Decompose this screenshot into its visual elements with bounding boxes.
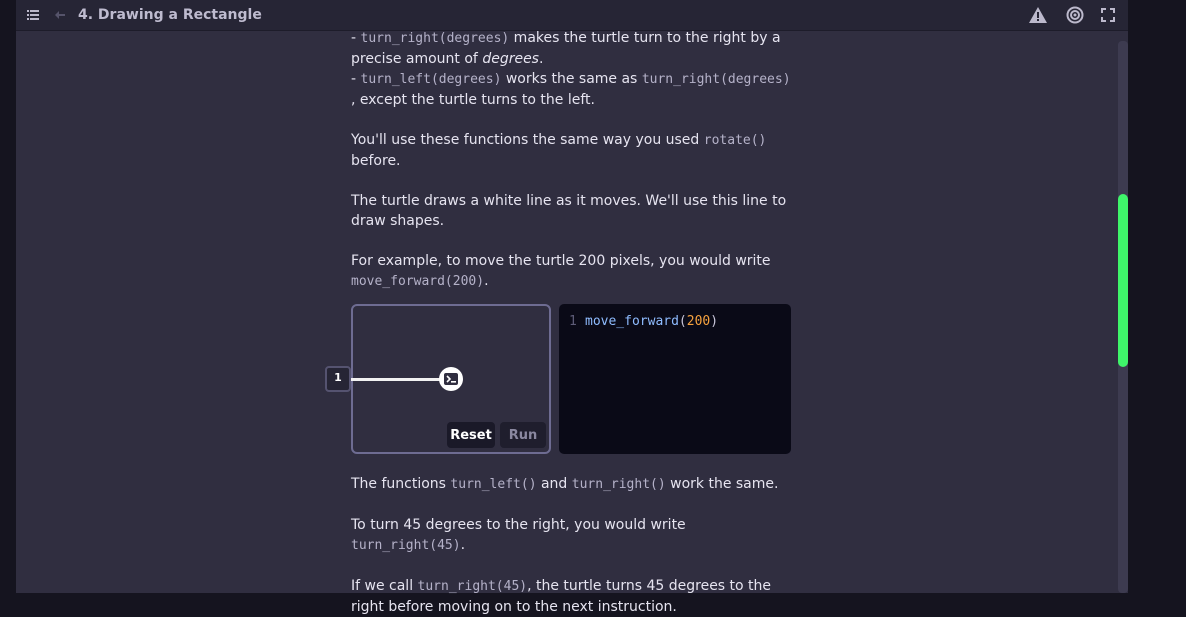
code-snippet: turn_left() — [450, 477, 537, 492]
lesson-paragraph: To turn 45 degrees to the right, you wou… — [351, 515, 801, 556]
code-snippet: turn_right(degrees) — [360, 31, 510, 46]
code-snippet: rotate() — [703, 133, 767, 148]
app-frame: 4. Drawing a Rectangle - turn_right(degr… — [16, 0, 1128, 615]
lesson-paragraph: If we call turn_right(45), the turtle tu… — [351, 576, 801, 617]
gear-icon[interactable] — [1064, 0, 1086, 30]
paragraph-text: . — [484, 273, 489, 289]
code-paren: ) — [710, 314, 719, 329]
lesson-paragraph: - turn_right(degrees) makes the turtle t… — [351, 28, 801, 110]
code-snippet: turn_left(degrees) — [360, 72, 502, 87]
turtle-canvas: Reset Run — [348, 304, 551, 454]
paragraph-text: work the same. — [665, 476, 779, 492]
code-snippet: turn_right(degrees) — [641, 72, 791, 87]
paragraph-text: . — [538, 51, 544, 67]
scrollbar-track[interactable] — [1118, 41, 1128, 593]
paragraph-text: . — [460, 537, 466, 553]
paragraph-text: The functions — [351, 476, 451, 492]
paragraph-text: For example, to move the turtle 200 pixe… — [351, 253, 771, 269]
paragraph-text: works the same as — [501, 71, 642, 87]
code-editor[interactable]: 1 move_forward(200) — [559, 304, 791, 454]
back-arrow-icon[interactable] — [54, 0, 66, 30]
paragraph-text: , except the turtle turns to the left. — [351, 92, 595, 108]
code-snippet: turn_right(45) — [417, 579, 528, 594]
scrollbar-thumb[interactable] — [1118, 194, 1128, 367]
lesson-paragraph: The functions turn_left() and turn_right… — [351, 474, 801, 495]
lesson-content: - turn_right(degrees) makes the turtle t… — [325, 28, 801, 617]
lesson-paragraph: You'll use these functions the same way … — [351, 130, 801, 171]
reset-button[interactable]: Reset — [447, 422, 495, 448]
turtle-path-line — [348, 378, 443, 381]
lesson-paragraph: For example, to move the turtle 200 pixe… — [351, 251, 801, 292]
code-function-name: move_forward — [585, 314, 679, 329]
paragraph-text: If we call — [351, 578, 418, 594]
paragraph-text: You'll use these functions the same way … — [351, 132, 704, 148]
code-number: 200 — [686, 314, 711, 329]
code-snippet: move_forward(200) — [351, 274, 485, 289]
warning-icon[interactable] — [1028, 0, 1048, 30]
turtle-demo: Reset Run 1 1 move_forward(200) — [325, 304, 801, 454]
code-line[interactable]: move_forward(200) — [585, 312, 718, 332]
expand-icon[interactable] — [1100, 0, 1116, 30]
emphasis-text: degrees — [482, 51, 539, 67]
lesson-title: 4. Drawing a Rectangle — [78, 7, 262, 23]
code-snippet: turn_right(45) — [351, 538, 461, 553]
paragraph-text: To turn 45 degrees to the right, you wou… — [351, 517, 686, 533]
run-button[interactable]: Run — [500, 422, 546, 448]
paragraph-text: and — [536, 476, 572, 492]
menu-icon[interactable] — [26, 0, 40, 30]
turtle-icon — [439, 367, 463, 391]
line-number: 1 — [569, 314, 577, 329]
paragraph-text: - — [351, 71, 361, 87]
paragraph-text: before. — [351, 153, 401, 169]
step-badge: 1 — [325, 366, 351, 392]
code-snippet: turn_right() — [571, 477, 666, 492]
top-bar: 4. Drawing a Rectangle — [16, 0, 1128, 31]
code-paren: ( — [678, 314, 687, 329]
paragraph-text: - — [351, 30, 361, 46]
lesson-paragraph: The turtle draws a white line as it move… — [351, 193, 787, 229]
